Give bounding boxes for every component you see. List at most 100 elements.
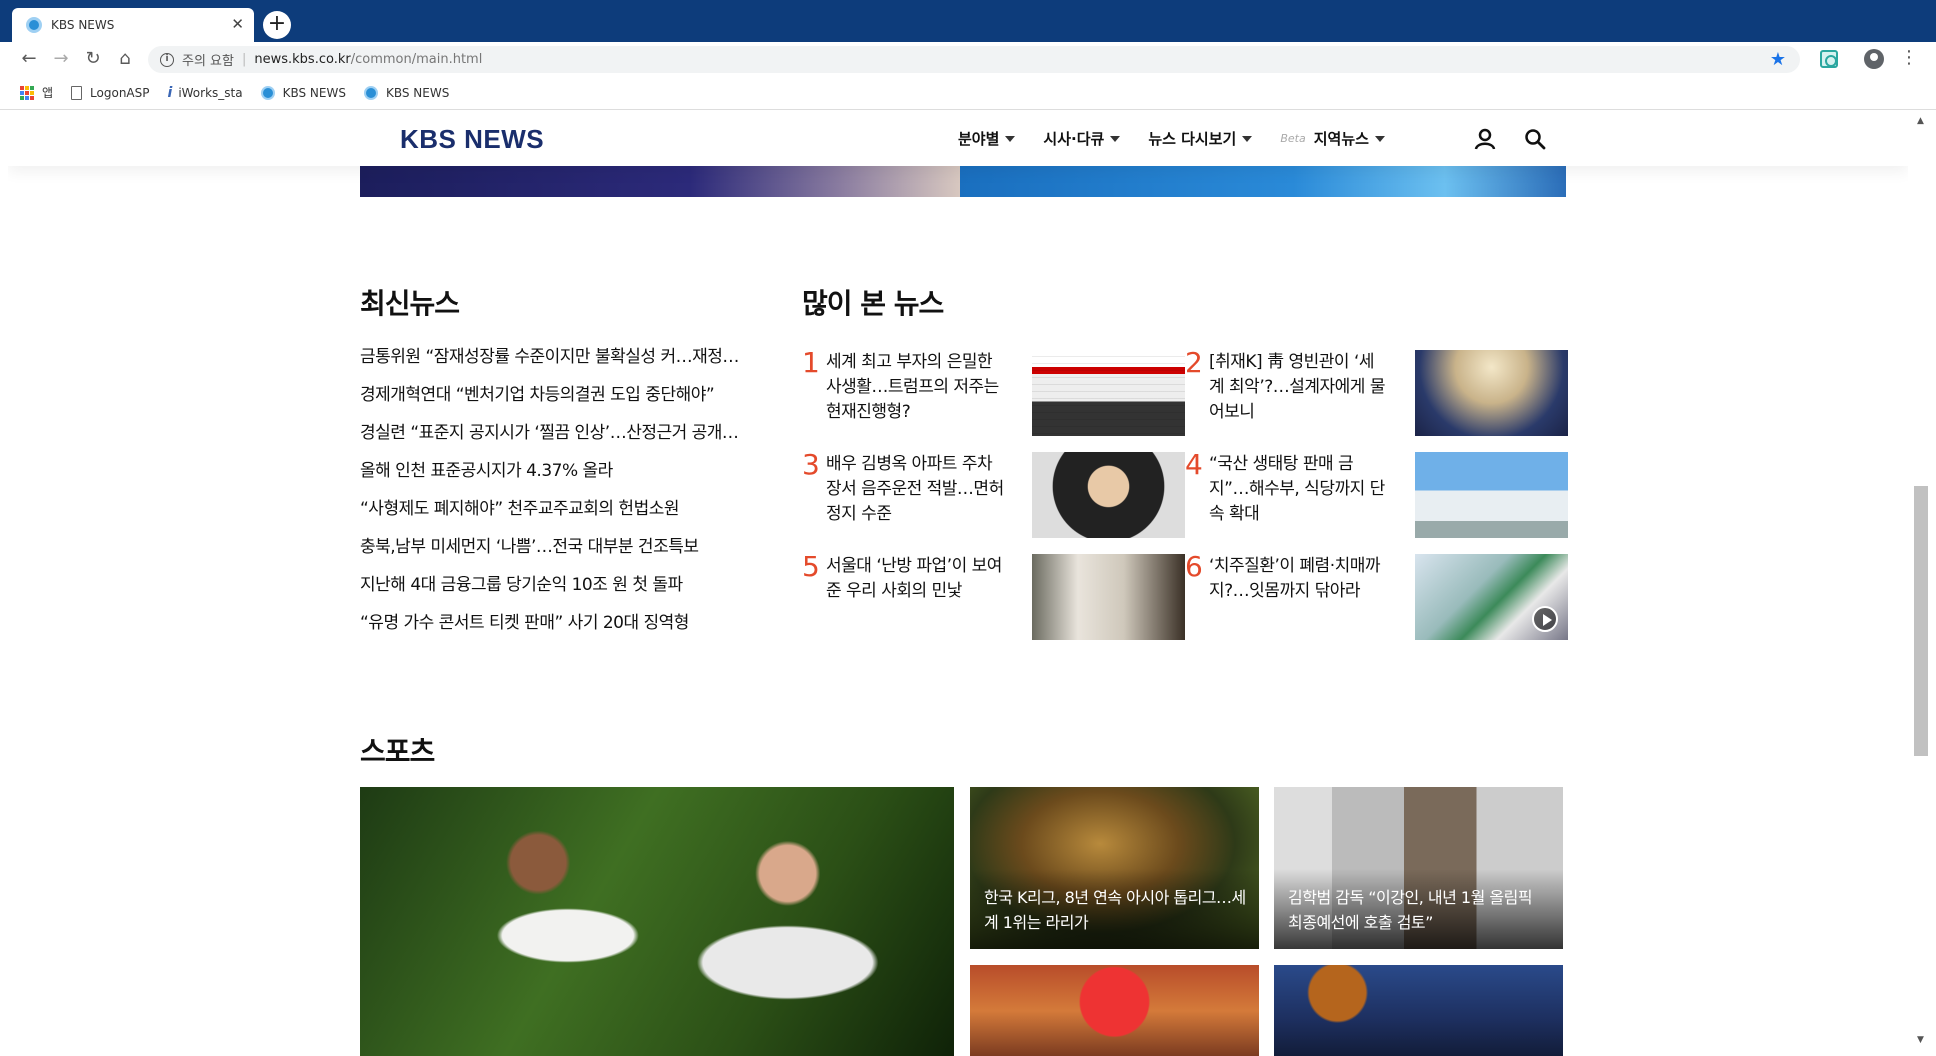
popular-news-item[interactable]: 6 ‘치주질환’이 폐렴·치매까지?…잇몸까지 닦아라 (1185, 550, 1568, 640)
nav-current-affairs[interactable]: 시사·다큐 (1043, 128, 1121, 149)
popular-news-grid: 1 세계 최고 부자의 은밀한 사생활…트럼프의 저주는 현재진행형? 2 [취… (802, 346, 1568, 640)
rank-number: 2 (1185, 346, 1203, 379)
rank-number: 1 (802, 346, 820, 379)
url-input[interactable]: i 주의 요함 | news.kbs.co.kr /common/main.ht… (148, 46, 1800, 73)
address-bar-row: ← → ↻ ⌂ i 주의 요함 | news.kbs.co.kr /common… (0, 42, 1936, 76)
bookmark-star-icon[interactable]: ★ (1770, 49, 1786, 70)
search-icon[interactable] (1524, 128, 1546, 150)
sports-card[interactable]: 한국 K리그, 8년 연속 아시아 톱리그…세계 1위는 라리가 (970, 787, 1259, 949)
user-icon[interactable] (1474, 128, 1496, 150)
page-icon (71, 85, 83, 100)
bookmark-label: 앱 (42, 86, 54, 100)
rank-number: 5 (802, 550, 820, 583)
nav-label: 시사·다큐 (1043, 130, 1105, 148)
info-icon[interactable]: i (160, 52, 174, 67)
sports-title[interactable]: 스포츠 (360, 730, 435, 770)
tab-close-icon[interactable]: ✕ (231, 15, 244, 33)
popular-news-item[interactable]: 1 세계 최고 부자의 은밀한 사생활…트럼프의 저주는 현재진행형? (802, 346, 1185, 436)
popular-news-item[interactable]: 5 서울대 ‘난방 파업’이 보여준 우리 사회의 민낯 (802, 550, 1185, 640)
scroll-down-arrow-icon[interactable]: ▼ (1917, 1035, 1924, 1045)
news-thumbnail[interactable] (1032, 554, 1185, 640)
beta-badge: Beta (1280, 132, 1306, 145)
nav-label: 뉴스 다시보기 (1148, 130, 1237, 148)
page-scrollbar[interactable]: ▲ ▼ (1908, 110, 1936, 1056)
nav-sections[interactable]: 분야별 (958, 128, 1016, 149)
popular-news-headline[interactable]: 배우 김병옥 아파트 주차장서 음주운전 적발…면허정지 수준 (826, 452, 1006, 527)
sports-headline[interactable]: 김학범 감독 “이강인, 내년 1월 올림픽 최종예선에 호출 검토” (1288, 885, 1550, 935)
latest-news-item[interactable]: 경실련 “표준지 공지시가 ‘찔끔 인상’…산정근거 공개… (360, 418, 770, 456)
bookmark-label: KBS NEWS (385, 85, 450, 100)
popular-news-item[interactable]: 3 배우 김병옥 아파트 주차장서 음주운전 적발…면허정지 수준 (802, 448, 1185, 538)
latest-news-item[interactable]: 올해 인천 표준공시지가 4.37% 올라 (360, 456, 770, 494)
url-host: news.kbs.co.kr (254, 52, 351, 67)
sports-card[interactable]: 김학범 감독 “이강인, 내년 1월 올림픽 최종예선에 호출 검토” (1274, 787, 1563, 949)
site-header: KBS NEWS 분야별 시사·다큐 뉴스 다시보기 Beta 지역뉴스 (8, 110, 1908, 166)
url-path: /common/main.html (350, 52, 483, 67)
scrollbar-thumb[interactable] (1914, 486, 1928, 756)
kbs-favicon-icon (260, 85, 275, 100)
bookmark-label: KBS NEWS (282, 85, 346, 100)
bookmark-logonasp[interactable]: LogonASP (71, 85, 150, 100)
new-tab-button[interactable]: + (263, 11, 291, 39)
reload-icon[interactable]: ↻ (82, 48, 104, 70)
popular-news-headline[interactable]: 서울대 ‘난방 파업’이 보여준 우리 사회의 민낯 (826, 554, 1006, 604)
news-thumbnail[interactable] (1032, 452, 1185, 538)
sports-headline[interactable]: 한국 K리그, 8년 연속 아시아 톱리그…세계 1위는 라리가 (984, 885, 1246, 935)
chevron-down-icon (1374, 135, 1385, 142)
popular-news-headline[interactable]: 세계 최고 부자의 은밀한 사생활…트럼프의 저주는 현재진행형? (826, 350, 1006, 425)
kbs-favicon-icon (26, 17, 42, 33)
security-warning-label[interactable]: 주의 요함 (182, 50, 234, 69)
sports-card-image[interactable] (1274, 965, 1563, 1056)
popular-news-headline[interactable]: “국산 생태탕 판매 금지”…해수부, 식당까지 단속 확대 (1209, 452, 1389, 527)
browser-menu-icon[interactable]: ⋮ (1900, 48, 1918, 68)
popular-news-item[interactable]: 4 “국산 생태탕 판매 금지”…해수부, 식당까지 단속 확대 (1185, 448, 1568, 538)
bookmark-apps[interactable]: 앱 (20, 84, 53, 101)
kbs-news-logo[interactable]: KBS NEWS (400, 124, 544, 155)
top-banner-image-right[interactable] (960, 166, 1566, 197)
scroll-up-arrow-icon[interactable]: ▲ (1917, 116, 1924, 126)
bookmark-kbs-news-1[interactable]: KBS NEWS (260, 85, 346, 100)
tab-title: KBS NEWS (51, 18, 115, 32)
tab-strip-edge (0, 8, 10, 42)
news-thumbnail[interactable] (1032, 350, 1185, 436)
home-icon[interactable]: ⌂ (114, 48, 136, 70)
chevron-down-icon (1110, 135, 1121, 142)
news-thumbnail[interactable] (1415, 350, 1568, 436)
latest-news-item[interactable]: “유명 가수 콘서트 티켓 판매” 사기 20대 징역형 (360, 608, 770, 646)
bookmark-label: iWorks_sta (178, 85, 243, 100)
play-icon[interactable] (1532, 606, 1558, 632)
news-thumbnail[interactable] (1415, 452, 1568, 538)
latest-news-list: 금통위원 “잠재성장률 수준이지만 불확실성 커…재정… 경제개혁연대 “벤처기… (360, 342, 770, 646)
latest-news-item[interactable]: 경제개혁연대 “벤처기업 차등의결권 도입 중단해야” (360, 380, 770, 418)
iworks-icon: i (167, 84, 173, 101)
rank-number: 6 (1185, 550, 1203, 583)
popular-news-headline[interactable]: ‘치주질환’이 폐렴·치매까지?…잇몸까지 닦아라 (1209, 554, 1389, 604)
sports-card-image[interactable] (970, 965, 1259, 1056)
latest-news-item[interactable]: 지난해 4대 금융그룹 당기순익 10조 원 첫 돌파 (360, 570, 770, 608)
latest-news-title[interactable]: 최신뉴스 (360, 282, 460, 322)
latest-news-item[interactable]: 금통위원 “잠재성장률 수준이지만 불확실성 커…재정… (360, 342, 770, 380)
rank-number: 4 (1185, 448, 1203, 481)
browser-tab-bar: KBS NEWS ✕ + (0, 0, 1936, 42)
news-thumbnail[interactable] (1415, 554, 1568, 640)
rank-number: 3 (802, 448, 820, 481)
forward-arrow-icon[interactable]: → (50, 48, 72, 70)
popular-news-headline[interactable]: [취재K] 靑 영빈관이 ‘세계 최악’?…설계자에게 물어보니 (1209, 350, 1389, 425)
extension-icon[interactable] (1820, 50, 1838, 68)
nav-news-replay[interactable]: 뉴스 다시보기 (1148, 128, 1253, 149)
profile-icon[interactable] (1864, 49, 1884, 69)
popular-news-title[interactable]: 많이 본 뉴스 (802, 282, 944, 322)
latest-news-item[interactable]: “사형제도 폐지해야” 천주교주교회의 헌법소원 (360, 494, 770, 532)
sports-main-image[interactable] (360, 787, 954, 1056)
url-separator: | (241, 52, 247, 67)
top-banner-image-left[interactable] (360, 166, 960, 197)
latest-news-item[interactable]: 충북,남부 미세먼지 ‘나쁨’…전국 대부분 건조특보 (360, 532, 770, 570)
page-viewport: KBS NEWS 분야별 시사·다큐 뉴스 다시보기 Beta 지역뉴스 최신뉴… (8, 110, 1908, 1056)
bookmark-kbs-news-2[interactable]: KBS NEWS (363, 85, 450, 100)
back-arrow-icon[interactable]: ← (18, 48, 40, 70)
nav-regional-news[interactable]: Beta 지역뉴스 (1280, 128, 1385, 149)
browser-tab-kbs-news[interactable]: KBS NEWS ✕ (12, 8, 254, 42)
popular-news-item[interactable]: 2 [취재K] 靑 영빈관이 ‘세계 최악’?…설계자에게 물어보니 (1185, 346, 1568, 436)
chevron-down-icon (1242, 135, 1253, 142)
bookmark-iworks[interactable]: i iWorks_sta (168, 85, 243, 101)
